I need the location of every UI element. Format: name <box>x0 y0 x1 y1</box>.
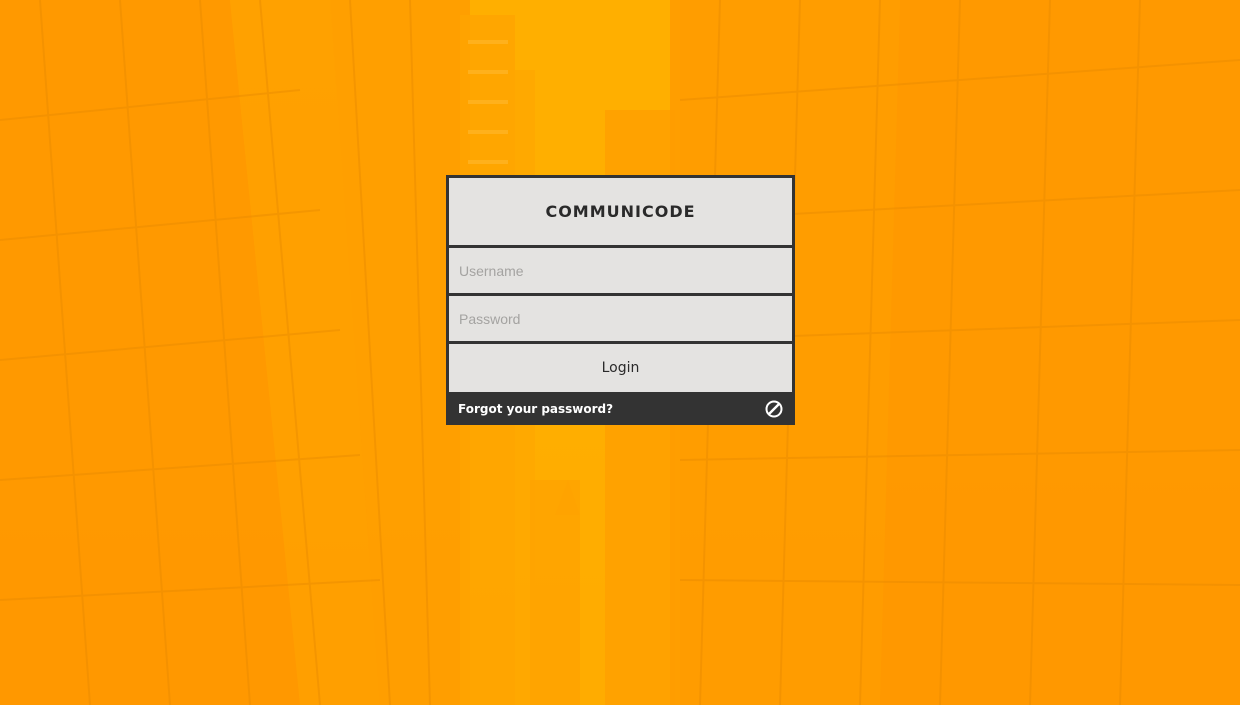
login-footer: Forgot your password? <box>446 392 795 425</box>
username-input[interactable] <box>449 248 792 293</box>
password-input[interactable] <box>449 296 792 341</box>
forgot-password-link[interactable]: Forgot your password? <box>458 402 613 416</box>
login-button[interactable]: Login <box>449 344 792 392</box>
username-field-wrapper <box>449 248 792 293</box>
login-form: COMMUNICODE Login <box>446 175 795 392</box>
login-panel: COMMUNICODE Login Forgot your password? <box>446 175 795 425</box>
ban-icon[interactable] <box>765 400 783 418</box>
password-field-wrapper <box>449 296 792 341</box>
app-title: COMMUNICODE <box>449 178 792 245</box>
